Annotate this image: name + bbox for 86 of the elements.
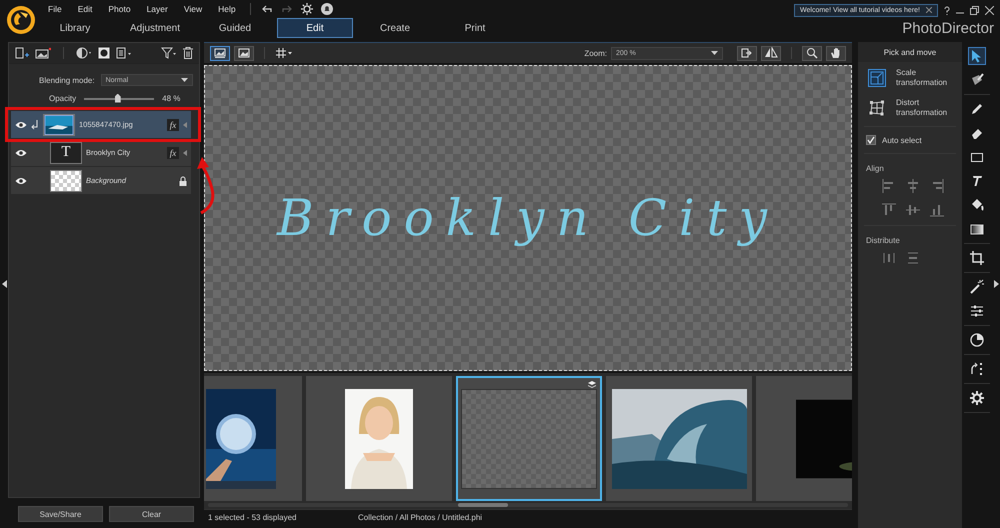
adjustment-layer-icon[interactable] — [76, 47, 92, 59]
status-text: 1 selected - 53 displayed — [208, 512, 298, 522]
photo-thumbnail[interactable] — [456, 376, 602, 502]
slider-thumb[interactable] — [114, 94, 121, 102]
bell-icon[interactable] — [320, 3, 333, 15]
checkbox-label: Auto select — [882, 136, 922, 144]
field-label: Blending mode: — [39, 76, 95, 84]
fx-badge[interactable]: fx — [167, 146, 179, 158]
distribute-horizontal-icon[interactable] — [882, 251, 896, 265]
view-mode-button[interactable] — [234, 46, 254, 60]
photo-thumbnail[interactable] — [306, 376, 452, 502]
grid-icon[interactable] — [275, 47, 293, 59]
scale-icon[interactable] — [868, 69, 886, 87]
section-label: Align — [865, 163, 885, 175]
lock-icon[interactable] — [179, 176, 187, 186]
align-middle-icon[interactable] — [906, 203, 920, 217]
pan-tool-button[interactable] — [826, 46, 846, 60]
field-label: Opacity — [49, 94, 76, 103]
zoom-label: Zoom: — [584, 48, 607, 58]
rotate-icon — [740, 47, 754, 59]
rotate-button[interactable] — [737, 46, 757, 60]
tab[interactable]: Edit — [277, 18, 353, 38]
layer-thumbnail — [50, 170, 82, 192]
add-image-layer-icon[interactable] — [35, 47, 51, 59]
image-icon[interactable] — [238, 47, 250, 59]
distribute-vertical-icon[interactable] — [906, 251, 920, 265]
eye-icon[interactable] — [15, 148, 27, 156]
view-mode-button[interactable] — [210, 46, 230, 60]
status-path: Collection / All Photos / Untitled.phi — [358, 512, 482, 522]
distort-icon[interactable] — [868, 99, 886, 117]
align-top-icon[interactable] — [882, 203, 896, 217]
tab[interactable]: Library — [37, 18, 113, 38]
app-logo-icon — [6, 5, 36, 35]
menu-item[interactable]: Layer — [138, 4, 176, 14]
photo-thumbnail[interactable] — [606, 376, 752, 502]
caret-icon — [711, 51, 718, 55]
canvas-text: Brooklyn City — [276, 189, 780, 247]
align-center-icon[interactable] — [906, 179, 920, 193]
align-left-icon[interactable] — [882, 179, 896, 193]
layer-thumbnail: T — [50, 142, 82, 164]
zoom-tool-button[interactable] — [802, 46, 822, 60]
collapse-arrow-icon[interactable] — [2, 280, 6, 288]
search-icon — [806, 47, 818, 59]
transform-label[interactable]: Scale transformation — [896, 68, 954, 88]
eye-icon[interactable] — [15, 120, 27, 128]
tab[interactable]: Guided — [197, 18, 273, 38]
flip-button[interactable] — [761, 46, 781, 60]
image-stack-icon[interactable] — [214, 47, 226, 59]
menu-item[interactable]: Edit — [70, 4, 100, 14]
tab[interactable]: Print — [437, 18, 513, 38]
fx-badge[interactable]: fx — [167, 118, 179, 130]
menu-item[interactable]: File — [40, 4, 70, 14]
tab[interactable]: Create — [357, 18, 433, 38]
align-bottom-icon[interactable] — [930, 203, 944, 217]
trash-icon[interactable] — [183, 47, 193, 59]
close-icon[interactable] — [926, 7, 932, 13]
undo-icon[interactable] — [260, 4, 273, 14]
redo-icon — [280, 4, 293, 14]
opacity-reading: 48 % — [162, 94, 180, 103]
menu-item[interactable]: Help — [210, 4, 244, 14]
layer-menu-icon[interactable] — [116, 47, 132, 59]
panel-title: Pick and move — [858, 42, 962, 62]
help-icon[interactable] — [944, 6, 950, 14]
flip-icon — [764, 47, 778, 59]
restore-icon[interactable] — [970, 6, 979, 14]
app-name: PhotoDirector — [902, 20, 994, 37]
close-icon[interactable] — [985, 6, 994, 14]
expand-arrow-icon[interactable] — [183, 150, 187, 156]
eye-icon[interactable] — [15, 176, 27, 184]
transform-label[interactable]: Distort transformation — [896, 98, 954, 118]
align-right-icon[interactable] — [930, 179, 944, 193]
tab[interactable]: Adjustment — [117, 18, 193, 38]
settings-icon[interactable] — [300, 3, 313, 15]
filter-icon[interactable] — [161, 47, 177, 59]
mask-icon[interactable] — [98, 47, 110, 59]
collapse-arrow-icon[interactable] — [994, 280, 998, 288]
menu-item[interactable]: Photo — [100, 4, 139, 14]
layers-icon — [588, 381, 596, 389]
menu-item[interactable]: View — [176, 4, 210, 14]
caret-icon — [180, 78, 188, 82]
canvas[interactable]: Brooklyn City — [204, 65, 852, 371]
panel-button[interactable]: Save/Share — [18, 506, 103, 522]
panel-button[interactable]: Clear — [109, 506, 194, 522]
hand-icon — [830, 47, 842, 59]
section-label: Distribute — [865, 235, 901, 247]
add-layer-icon[interactable] — [15, 47, 29, 59]
